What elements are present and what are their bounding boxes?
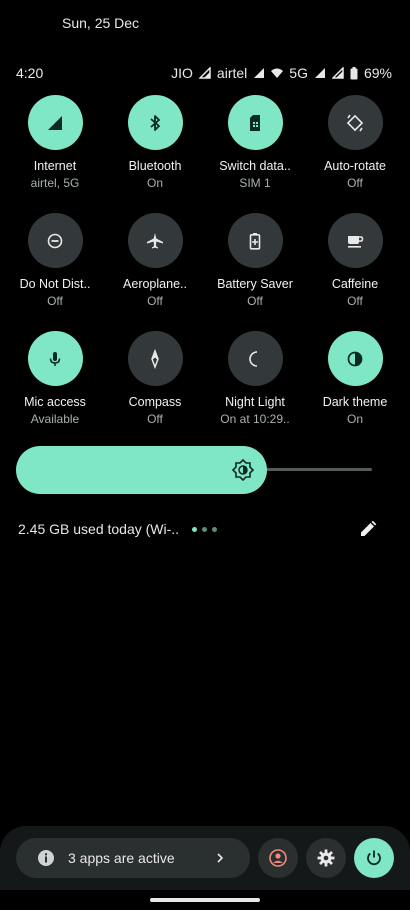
user-switcher-button[interactable] [258,838,298,878]
airplane-icon [147,232,163,248]
settings-button[interactable] [306,838,346,878]
tile-status: Off [147,294,163,308]
tile-status: On [346,412,363,426]
tile-aeroplane[interactable]: Aeroplane.. Off [105,213,205,320]
tile-battery-saver-button[interactable] [227,213,283,268]
info-icon [38,850,54,866]
tile-dark-theme[interactable]: Dark theme On [305,331,405,438]
tile-label: Internet [33,159,77,173]
bluetooth-icon [150,114,160,131]
battery-icon [350,66,358,79]
tile-compass-button[interactable] [127,331,183,386]
tile-status: Off [347,294,363,308]
tile-label: Dark theme [322,395,388,409]
tile-auto-rotate-button[interactable] [327,95,383,150]
status-bar: 4:20 JIO airtel 5G 69% [16,63,392,83]
compass-icon [151,348,159,369]
tile-status: Available [30,412,80,426]
tile-status: airtel, 5G [30,176,80,190]
tile-dark-theme-button[interactable] [327,331,383,386]
page-dot [192,527,197,532]
coffee-icon [348,235,364,248]
gear-icon [317,849,335,867]
tile-mic-access[interactable]: Mic access Available [5,331,105,438]
tile-label: Aeroplane.. [123,277,187,291]
tile-switch-data[interactable]: Switch data.. SIM 1 [205,95,305,202]
signal-strength-icon [331,67,344,79]
tile-label: Night Light [225,395,285,409]
tile-auto-rotate[interactable]: Auto-rotate Off [305,95,405,202]
tile-status: Off [347,176,363,190]
brightness-icon [231,458,255,482]
signal-strength-icon [314,68,325,78]
rotate-icon [346,114,364,131]
mic-icon [49,351,61,366]
tile-internet-button[interactable] [27,95,83,150]
sim-icon [250,114,260,131]
page-dot [212,527,217,532]
tile-status: SIM 1 [239,176,271,190]
tile-status: On at 10:29.. [220,412,290,426]
tile-night-light-button[interactable] [227,331,283,386]
edit-pencil-icon[interactable] [359,520,377,538]
tile-switch-data-button[interactable] [227,95,283,150]
wifi-icon [271,68,284,78]
tile-do-not-disturb-button[interactable] [27,213,83,268]
signal-strength-icon [254,68,265,78]
brightness-slider[interactable] [16,446,372,494]
carrier-jio: JIO [171,65,193,81]
user-icon [269,849,287,867]
data-usage-text[interactable]: 2.45 GB used today (Wi-.. [18,521,179,537]
battery-percent: 69% [363,65,392,81]
tile-label: Do Not Dist.. [19,277,91,291]
carrier-airtel: airtel [216,65,248,81]
tile-status: Off [47,294,63,308]
power-icon [367,850,381,866]
tile-status: On [146,176,163,190]
do-not-disturb-icon [47,233,63,248]
power-button[interactable] [354,838,394,878]
tile-night-light[interactable]: Night Light On at 10:29.. [205,331,305,438]
date: Sun, 25 Dec [62,15,140,31]
tile-caffeine-button[interactable] [327,213,383,268]
active-apps-button[interactable]: 3 apps are active [16,838,250,878]
tile-caffeine[interactable]: Caffeine Off [305,213,405,320]
tile-compass[interactable]: Compass Off [105,331,205,438]
signal-icon [48,115,62,130]
tile-battery-saver[interactable]: Battery Saver Off [205,213,305,320]
tile-bluetooth-button[interactable] [127,95,183,150]
signal-strength-icon [198,67,211,79]
network-type: 5G [289,65,308,81]
chevron-right-icon [217,853,224,863]
gesture-handle[interactable] [150,898,260,902]
active-apps-label: 3 apps are active [68,850,175,866]
tile-label: Switch data.. [219,159,291,173]
tile-status: Off [247,294,263,308]
brightness-fill[interactable] [16,446,267,494]
clock: 4:20 [16,65,44,81]
tile-internet[interactable]: Internet airtel, 5G [5,95,105,202]
tile-label: Bluetooth [128,159,182,173]
tile-mic-access-button[interactable] [27,331,83,386]
tile-do-not-disturb[interactable]: Do Not Dist.. Off [5,213,105,320]
tile-label: Battery Saver [217,277,293,291]
page-dot [202,527,207,532]
tile-label: Auto-rotate [324,159,386,173]
tile-label: Compass [128,395,182,409]
quick-settings-grid: Internet airtel, 5G Bluetooth On Switch … [5,95,405,438]
tile-status: Off [147,412,163,426]
tile-bluetooth[interactable]: Bluetooth On [105,95,205,202]
tile-label: Mic access [24,395,86,409]
battery-saver-icon [249,232,261,250]
moon-icon [249,350,258,367]
contrast-icon [347,351,363,366]
tile-aeroplane-button[interactable] [127,213,183,268]
page-indicator [192,527,217,532]
tile-label: Caffeine [331,277,379,291]
bottom-panel: 3 apps are active [0,826,410,890]
